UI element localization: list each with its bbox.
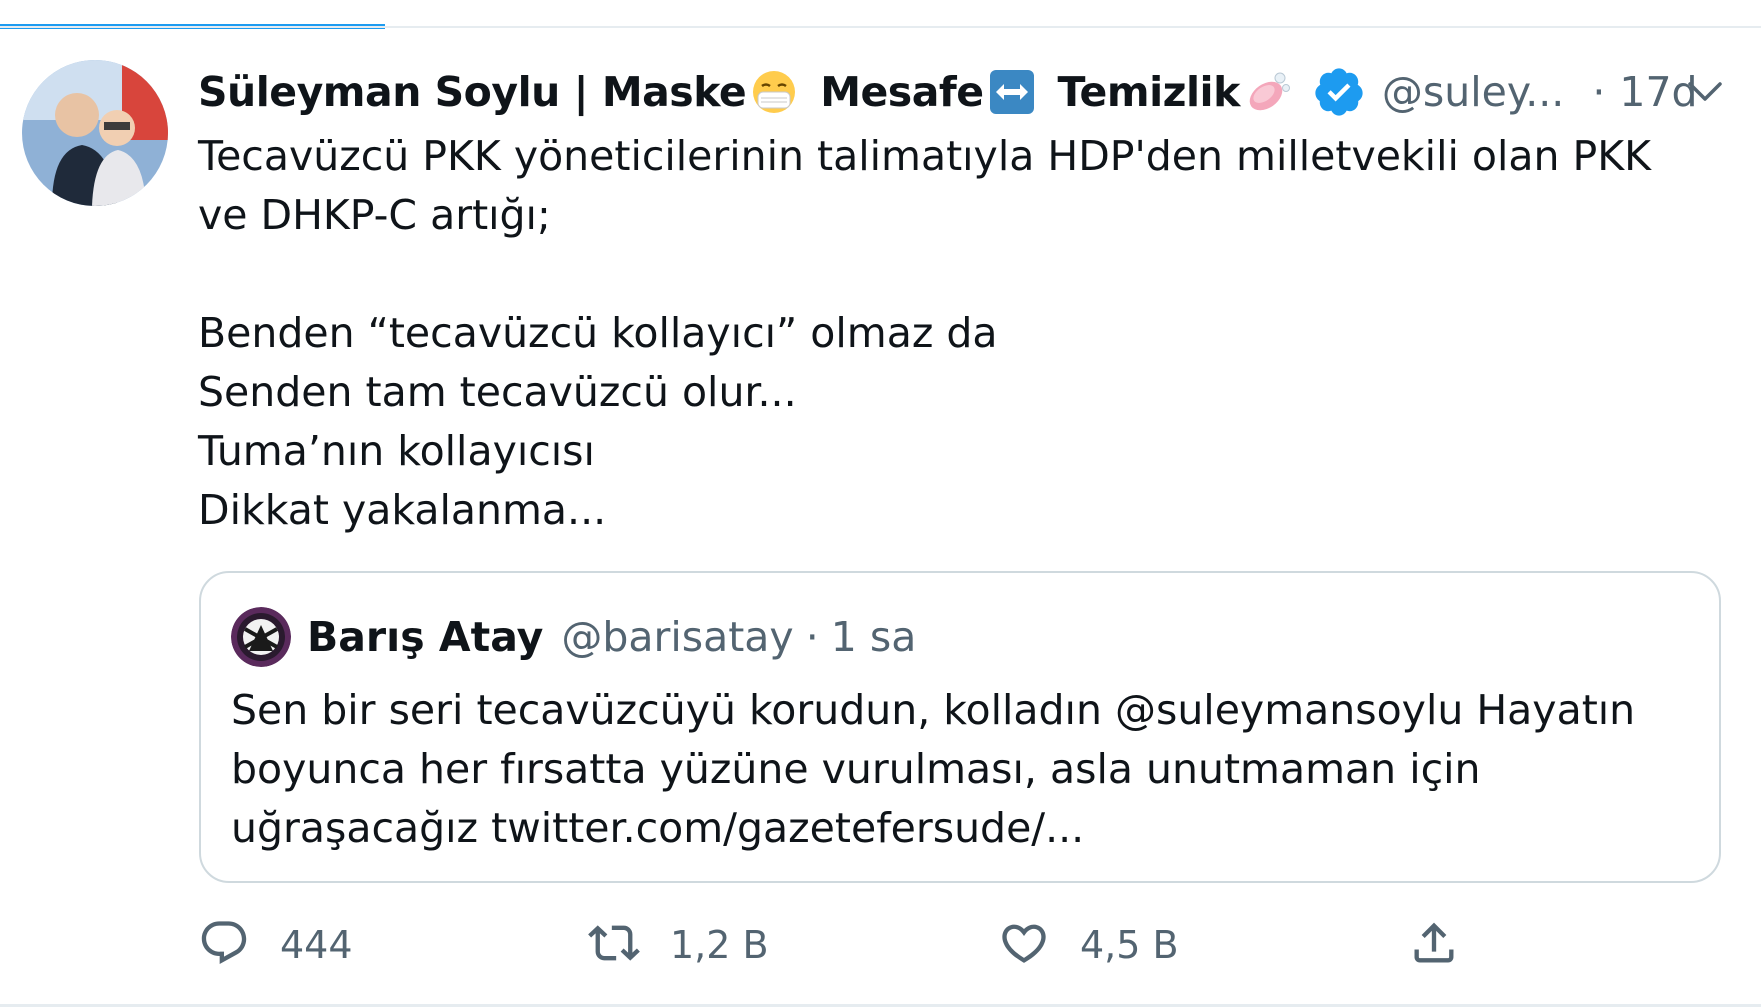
top-divider: [0, 26, 1761, 28]
share-icon: [1408, 917, 1460, 973]
tweet-actions-bar: 444 1,2 B 4,5 B: [198, 910, 1498, 980]
quoted-author-handle[interactable]: @barisatay: [561, 613, 793, 661]
soap-icon: [1242, 68, 1300, 116]
reply-icon: [198, 917, 250, 973]
separator-dot: ·: [1592, 68, 1606, 116]
author-name-part-2[interactable]: Mesafe: [820, 68, 984, 116]
chevron-down-icon[interactable]: [1680, 72, 1730, 112]
reply-count: 444: [280, 923, 353, 967]
quoted-tweet-card[interactable]: Barış Atay @barisatay · 1 sa Sen bir ser…: [199, 571, 1721, 883]
quoted-separator-dot: ·: [805, 613, 819, 661]
share-button[interactable]: [1408, 910, 1460, 980]
left-right-arrow-icon: [986, 68, 1044, 116]
quoted-tweet-timestamp[interactable]: 1 sa: [831, 613, 917, 661]
reply-button[interactable]: 444: [198, 910, 353, 980]
author-avatar[interactable]: [22, 60, 168, 206]
like-count: 4,5 B: [1080, 923, 1179, 967]
verified-badge-icon: [1312, 65, 1366, 119]
quoted-tweet-header: Barış Atay @barisatay · 1 sa: [307, 605, 916, 669]
retweet-icon: [588, 917, 640, 973]
tweet-text: Tecavüzcü PKK yöneticilerinin talimatıyl…: [198, 132, 1651, 534]
quoted-tweet-text: Sen bir seri tecavüzcüyü korudun, kollad…: [231, 686, 1636, 852]
quoted-author-name[interactable]: Barış Atay: [307, 613, 543, 661]
author-handle[interactable]: @suley...: [1382, 68, 1564, 116]
tweet-header: Süleyman Soylu | Maske Mesafe Temizlik @…: [198, 62, 1738, 122]
retweet-button[interactable]: 1,2 B: [588, 910, 769, 980]
retweet-count: 1,2 B: [670, 923, 769, 967]
face-with-medical-mask-icon: [748, 68, 806, 116]
quoted-author-avatar[interactable]: [231, 607, 291, 667]
author-name-part-3[interactable]: Temizlik: [1058, 68, 1241, 116]
like-button[interactable]: 4,5 B: [998, 910, 1179, 980]
author-name[interactable]: Süleyman Soylu | Maske: [198, 68, 747, 116]
heart-icon: [998, 917, 1050, 973]
